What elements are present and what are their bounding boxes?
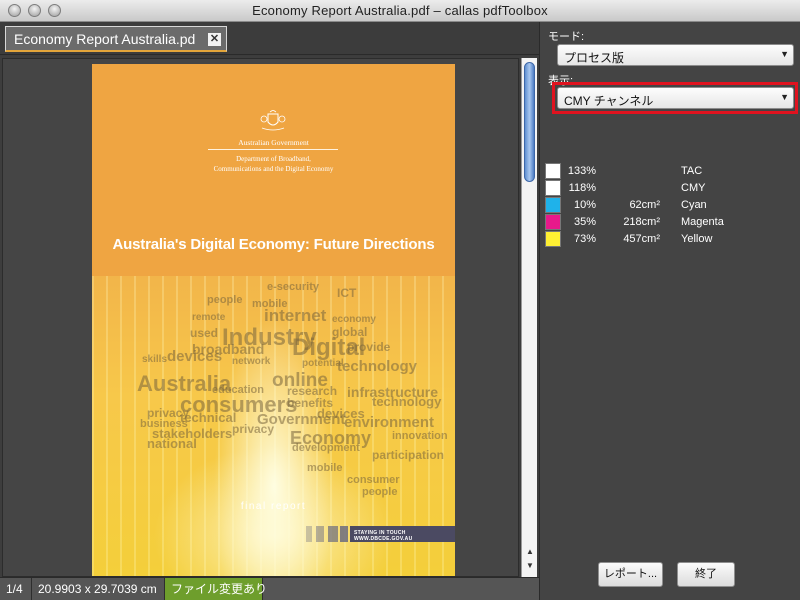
- ink-row: 10% 62cm² Cyan: [545, 197, 795, 214]
- ink-row: 118% CMY: [545, 180, 795, 197]
- ink-row: 35% 218cm² Magenta: [545, 214, 795, 231]
- ink-area: 218cm²: [623, 216, 660, 228]
- gov-department: Department of Broadband, Communications …: [92, 154, 455, 174]
- vertical-scrollbar[interactable]: ▲ ▼: [521, 58, 537, 577]
- gov-line-1: Australian Government: [238, 138, 309, 147]
- chevron-down-icon: ▼: [780, 49, 789, 59]
- chevron-down-icon: ▼: [780, 92, 789, 102]
- word-cloud-word: technical: [180, 410, 237, 425]
- word-cloud-word: national: [147, 436, 197, 451]
- footer-banner-text: STAYING IN TOUCH WWW.DBCDE.GOV.AU: [354, 530, 413, 542]
- ink-swatch: [545, 197, 561, 213]
- view-select-value: CMY チャンネル: [564, 94, 654, 108]
- word-cloud-word: used: [190, 326, 219, 340]
- page-size: 20.9903 x 29.7039 cm: [32, 578, 165, 600]
- word-cloud-word: ICT: [337, 286, 357, 300]
- word-cloud-word: participation: [372, 448, 445, 462]
- pixel-block: [316, 526, 324, 542]
- word-cloud-word: devices: [167, 348, 223, 365]
- word-cloud-word: technology: [337, 358, 418, 375]
- word-cloud-word: economy: [332, 314, 376, 325]
- ink-swatch: [545, 163, 561, 179]
- word-cloud-word: consumer: [347, 474, 400, 486]
- ink-percent: 133%: [567, 165, 596, 177]
- window-title: Economy Report Australia.pdf – callas pd…: [252, 3, 548, 18]
- scroll-down-arrow-icon[interactable]: ▼: [525, 561, 535, 570]
- tab-document[interactable]: Economy Report Australia.pd ✕: [5, 26, 227, 52]
- word-cloud-word: education: [212, 384, 264, 396]
- pixel-block: [340, 526, 348, 542]
- word-cloud-word: privacy: [232, 422, 275, 436]
- word-cloud-word: development: [292, 442, 360, 454]
- gov-divider: [208, 149, 338, 150]
- coat-of-arms-icon: [260, 110, 286, 131]
- word-cloud-word: technology: [372, 394, 442, 409]
- word-cloud-word: skills: [142, 354, 168, 365]
- modified-badge: ファイル変更あり: [165, 578, 267, 600]
- word-cloud-word: provide: [347, 340, 391, 354]
- ink-swatch: [545, 180, 561, 196]
- gov-line-3: Communications and the Digital Economy: [213, 165, 334, 173]
- ink-name: Yellow: [681, 233, 713, 245]
- ink-percent: 73%: [573, 233, 596, 245]
- ink-percent: 35%: [573, 216, 596, 228]
- word-cloud-word: people: [207, 294, 243, 306]
- view-select[interactable]: CMY チャンネル ▼: [557, 87, 794, 109]
- tab-close-icon[interactable]: ✕: [208, 33, 221, 46]
- pixel-block: [328, 526, 338, 542]
- pdf-viewer: Australian Government Department of Broa…: [0, 56, 539, 577]
- report-title: Australia's Digital Economy: Future Dire…: [112, 236, 435, 253]
- scroll-up-arrow-icon[interactable]: ▲: [525, 547, 535, 556]
- pdf-canvas[interactable]: Australian Government Department of Broa…: [2, 58, 519, 577]
- document-area: Economy Report Australia.pd ✕ Australian…: [0, 22, 539, 600]
- word-cloud-word: people: [362, 486, 398, 498]
- tab-strip: Economy Report Australia.pd ✕: [0, 22, 539, 55]
- mode-label: モード:: [548, 31, 585, 43]
- ink-name: TAC: [681, 165, 703, 177]
- pixel-block: [306, 526, 312, 542]
- ink-swatch: [545, 231, 561, 247]
- tab-document-label: Economy Report Australia.pd: [14, 31, 196, 47]
- mode-select-value: プロセス版: [564, 51, 625, 65]
- ink-percent: 118%: [568, 182, 596, 194]
- ink-area: 457cm²: [623, 233, 660, 245]
- gov-line-2: Department of Broadband,: [236, 155, 311, 163]
- ink-name: Cyan: [681, 199, 707, 211]
- page-indicator: 1/4: [0, 578, 32, 600]
- ink-row: 73% 457cm² Yellow: [545, 231, 795, 248]
- ink-percent: 10%: [573, 199, 596, 211]
- close-button[interactable]: 終了: [677, 562, 735, 587]
- word-cloud-word: e-security: [267, 281, 319, 293]
- word-cloud-word: innovation: [392, 430, 448, 442]
- ink-row: 133% TAC: [545, 163, 795, 180]
- output-preview-panel: モード: プロセス版 ▼ 表示: CMY チャンネル ▼ 133% TAC 118%…: [539, 22, 800, 600]
- ink-swatch: [545, 214, 561, 230]
- status-bar: 1/4 20.9903 x 29.7039 cm ファイル変更あり: [0, 577, 539, 600]
- word-cloud-word: network: [232, 356, 271, 367]
- ink-name: Magenta: [681, 216, 724, 228]
- mode-select[interactable]: プロセス版 ▼: [557, 44, 794, 66]
- word-cloud-word: internet: [264, 306, 327, 325]
- word-cloud-word: remote: [192, 312, 226, 323]
- ink-area: 62cm²: [629, 199, 660, 211]
- word-cloud-word: potential: [302, 358, 344, 369]
- scrollbar-thumb[interactable]: [524, 62, 535, 182]
- title-bar: Economy Report Australia.pdf – callas pd…: [0, 0, 800, 22]
- report-button[interactable]: レポート...: [598, 562, 663, 587]
- pdf-page: Australian Government Department of Broa…: [92, 64, 455, 576]
- word-cloud-word: mobile: [307, 462, 343, 474]
- report-subtitle: final report: [240, 501, 307, 512]
- ink-name: CMY: [681, 182, 706, 194]
